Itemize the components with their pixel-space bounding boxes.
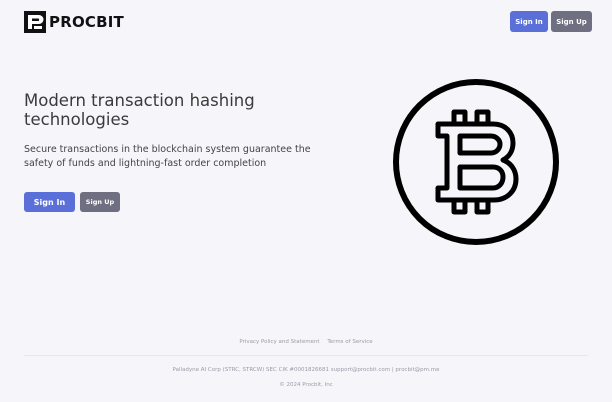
site-header: PROCBIT Sign In Sign Up — [0, 0, 612, 44]
hero-sign-up-button[interactable]: Sign Up — [80, 192, 120, 212]
bitcoin-icon — [393, 79, 559, 245]
brand-logo[interactable]: PROCBIT — [24, 11, 124, 33]
header-sign-in-button[interactable]: Sign In — [510, 11, 548, 32]
procbit-logo-icon — [24, 11, 46, 33]
footer-copyright: © 2024 Procbit, Inc — [279, 382, 333, 388]
hero-title: Modern transaction hashing technologies — [24, 91, 255, 129]
hero-subtitle: Secure transactions in the blockchain sy… — [24, 144, 311, 169]
footer-divider — [24, 355, 588, 356]
footer-company-info: Palladyne AI Corp (STRC, STRCW) SEC CIK … — [172, 367, 440, 373]
bitcoin-illustration — [392, 78, 560, 246]
footer-links: Privacy Policy and Statement Terms of Se… — [0, 339, 612, 345]
terms-of-service-link[interactable]: Terms of Service — [327, 339, 372, 345]
hero-sign-in-button[interactable]: Sign In — [24, 192, 75, 212]
privacy-policy-link[interactable]: Privacy Policy and Statement — [239, 339, 319, 345]
header-sign-up-button[interactable]: Sign Up — [551, 11, 592, 32]
brand-name: PROCBIT — [49, 13, 124, 31]
